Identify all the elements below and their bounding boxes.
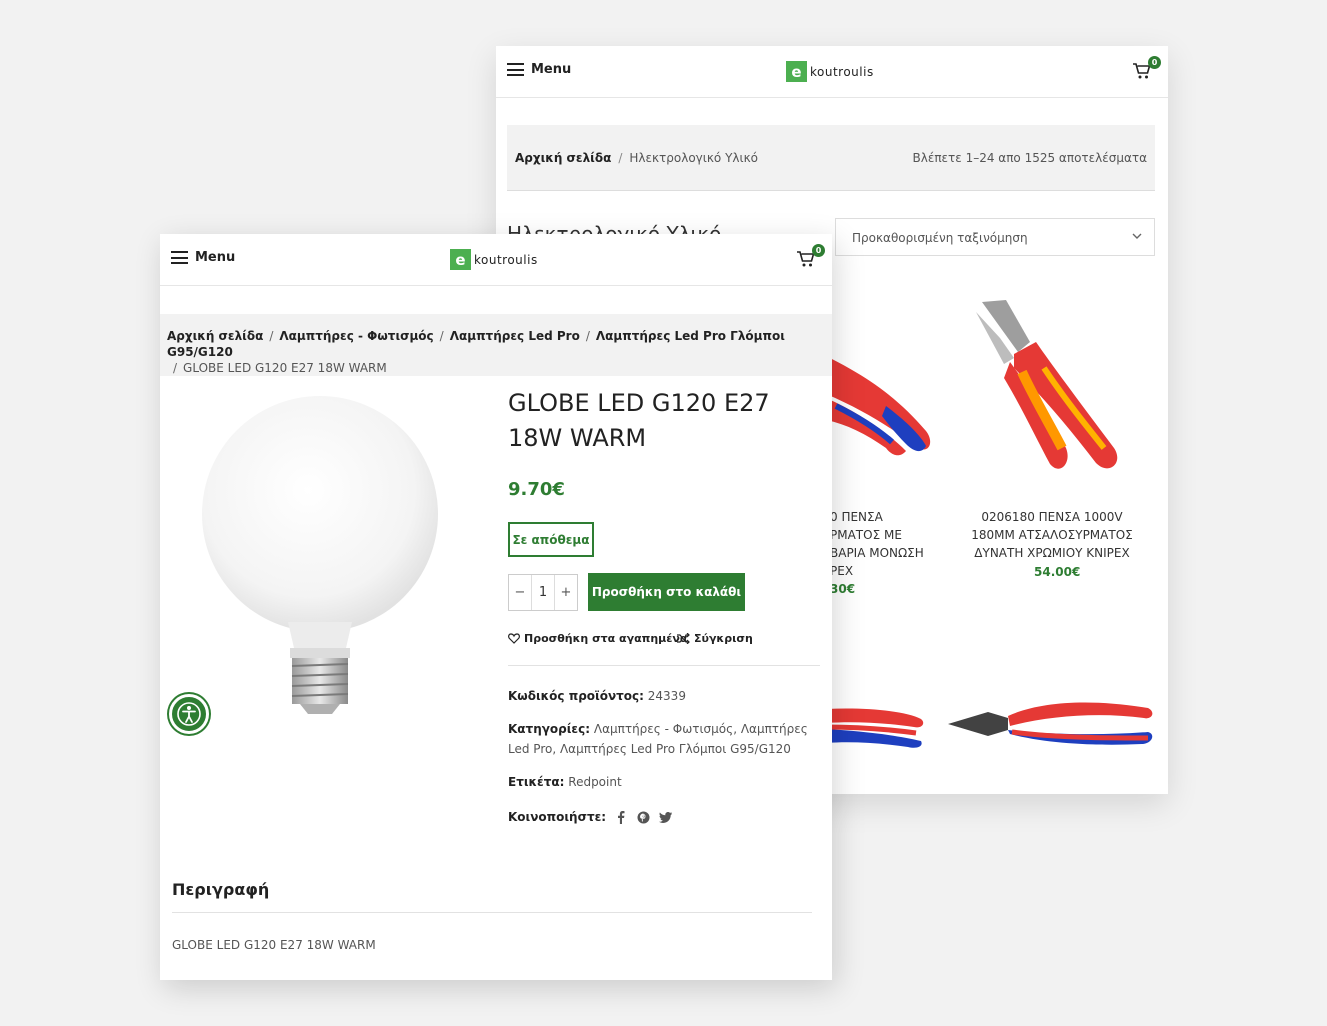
twitter-icon[interactable]: [658, 810, 672, 824]
product-image-pliers-2[interactable]: [974, 298, 1144, 488]
product-tags: Ετικέτα: Redpoint: [508, 772, 824, 792]
compare-label: Σύγκριση: [694, 632, 753, 645]
quantity-increase-button[interactable]: +: [555, 585, 577, 600]
hamburger-icon: [507, 63, 524, 76]
breadcrumb-link-led-pro[interactable]: Λαμπτήρες Led Pro: [450, 329, 580, 343]
breadcrumb: Αρχική σελίδα / Ηλεκτρολογικό Υλικό: [515, 151, 758, 165]
menu-button[interactable]: Menu: [507, 62, 571, 77]
cart-count-badge: 0: [1148, 56, 1161, 69]
section-divider: [508, 665, 820, 666]
results-count: Βλέπετε 1–24 απο 1525 αποτελέσματα: [912, 151, 1147, 165]
category-link-led-pro-globes[interactable]: Λαμπτήρες Led Pro Γλόμποι G95/G120: [560, 742, 791, 756]
categories-label: Κατηγορίες:: [508, 722, 591, 736]
site-logo[interactable]: e koutroulis: [450, 249, 538, 270]
breadcrumb-separator: /: [439, 329, 444, 343]
breadcrumb-separator: /: [173, 361, 178, 375]
product-price: 9.70€: [508, 479, 565, 500]
product-price-1: 30€: [830, 582, 856, 596]
accessibility-button[interactable]: [169, 694, 209, 734]
breadcrumb-current: Ηλεκτρολογικό Υλικό: [629, 151, 758, 165]
stock-status-badge: Σε απόθεμα: [508, 522, 594, 557]
breadcrumb-current: GLOBE LED G120 E27 18W WARM: [183, 361, 387, 375]
logo-text: koutroulis: [474, 252, 538, 267]
wishlist-label: Προσθήκη στα αγαπημένα: [524, 632, 688, 645]
product-price-2: 54.00€: [1034, 565, 1081, 579]
site-logo[interactable]: e koutroulis: [786, 61, 874, 82]
quantity-stepper: − 1 +: [508, 574, 578, 611]
pinterest-icon[interactable]: [636, 810, 650, 824]
product-name-1[interactable]: 0 ΠΕΝΣΑ ΡΜΑΤΟΣ ΜΕ ΒΑΡΙΑ ΜΟΝΩΣΗ PEX: [830, 508, 930, 580]
tag-label: Ετικέτα:: [508, 775, 565, 789]
product-page-window: Menu e koutroulis 0 Αρχική σελίδα / Λαμπτή…: [160, 234, 832, 980]
site-header: Menu e koutroulis 0: [496, 46, 1168, 98]
breadcrumb-home-link[interactable]: Αρχική σελίδα: [515, 151, 611, 165]
sort-selected-value: Προκαθορισμένη ταξινόμηση: [852, 231, 1028, 245]
cart-button[interactable]: 0: [1132, 56, 1161, 82]
heart-icon: [508, 633, 520, 644]
share-label: Κοινοποιήστε:: [508, 810, 607, 824]
chevron-down-icon: [1132, 233, 1142, 239]
add-to-cart-button[interactable]: Προσθήκη στο καλάθι: [588, 573, 745, 611]
tag-link-redpoint[interactable]: Redpoint: [568, 775, 621, 789]
sku-label: Κωδικός προϊόντος:: [508, 689, 644, 703]
cart-button[interactable]: 0: [796, 244, 825, 270]
breadcrumb-bar: Αρχική σελίδα / Ηλεκτρολογικό Υλικό Βλέπετ…: [507, 125, 1155, 191]
breadcrumb: Αρχική σελίδα / Λαμπτήρες - Φωτισμός / Λαμπτ…: [160, 314, 832, 376]
cart-count-badge: 0: [812, 244, 825, 257]
menu-button[interactable]: Menu: [171, 250, 235, 265]
product-sku: Κωδικός προϊόντος: 24339: [508, 686, 824, 706]
product-image-pliers-3[interactable]: [826, 701, 926, 751]
logo-mark: e: [786, 61, 807, 82]
share-row: Κοινοποιήστε:: [508, 810, 672, 824]
product-name-2[interactable]: 0206180 ΠΕΝΣΑ 1000V 180MM ΑΤΣΑΛΟΣΥΡΜΑΤΟΣ…: [962, 508, 1142, 562]
facebook-icon[interactable]: [614, 810, 628, 824]
shuffle-icon: [677, 633, 690, 644]
logo-mark: e: [450, 249, 471, 270]
menu-label: Menu: [531, 62, 572, 77]
menu-label: Menu: [195, 250, 236, 265]
breadcrumb-link-lighting[interactable]: Λαμπτήρες - Φωτισμός: [279, 329, 433, 343]
hamburger-icon: [171, 251, 188, 264]
category-link-lighting[interactable]: Λαμπτήρες - Φωτισμός: [594, 722, 733, 736]
description-text: GLOBE LED G120 E27 18W WARM: [172, 938, 376, 952]
quantity-input[interactable]: 1: [531, 575, 555, 610]
description-heading[interactable]: Περιγραφή: [172, 880, 269, 899]
product-title: GLOBE LED G120 E27 18W WARM: [508, 389, 770, 452]
quantity-decrease-button[interactable]: −: [509, 585, 531, 600]
sku-value: 24339: [647, 689, 686, 703]
breadcrumb-link-home[interactable]: Αρχική σελίδα: [167, 329, 263, 343]
add-to-wishlist-link[interactable]: Προσθήκη στα αγαπημένα: [508, 632, 687, 645]
compare-link[interactable]: Σύγκριση: [677, 632, 753, 645]
description-divider: [172, 912, 812, 913]
product-image-pliers-1[interactable]: [826, 336, 936, 466]
breadcrumb-separator: /: [585, 329, 590, 343]
site-header: Menu e koutroulis 0: [160, 234, 832, 286]
logo-text: koutroulis: [810, 64, 874, 79]
breadcrumb-separator: /: [269, 329, 274, 343]
product-image-pliers-4[interactable]: [948, 694, 1158, 754]
product-image-globe-bulb[interactable]: [200, 386, 445, 721]
breadcrumb-separator: /: [618, 151, 623, 165]
sort-dropdown[interactable]: Προκαθορισμένη ταξινόμηση: [835, 218, 1155, 256]
accessibility-icon: [177, 702, 201, 726]
product-categories: Κατηγορίες: Λαμπτήρες - Φωτισμός, Λαμπτή…: [508, 722, 808, 756]
